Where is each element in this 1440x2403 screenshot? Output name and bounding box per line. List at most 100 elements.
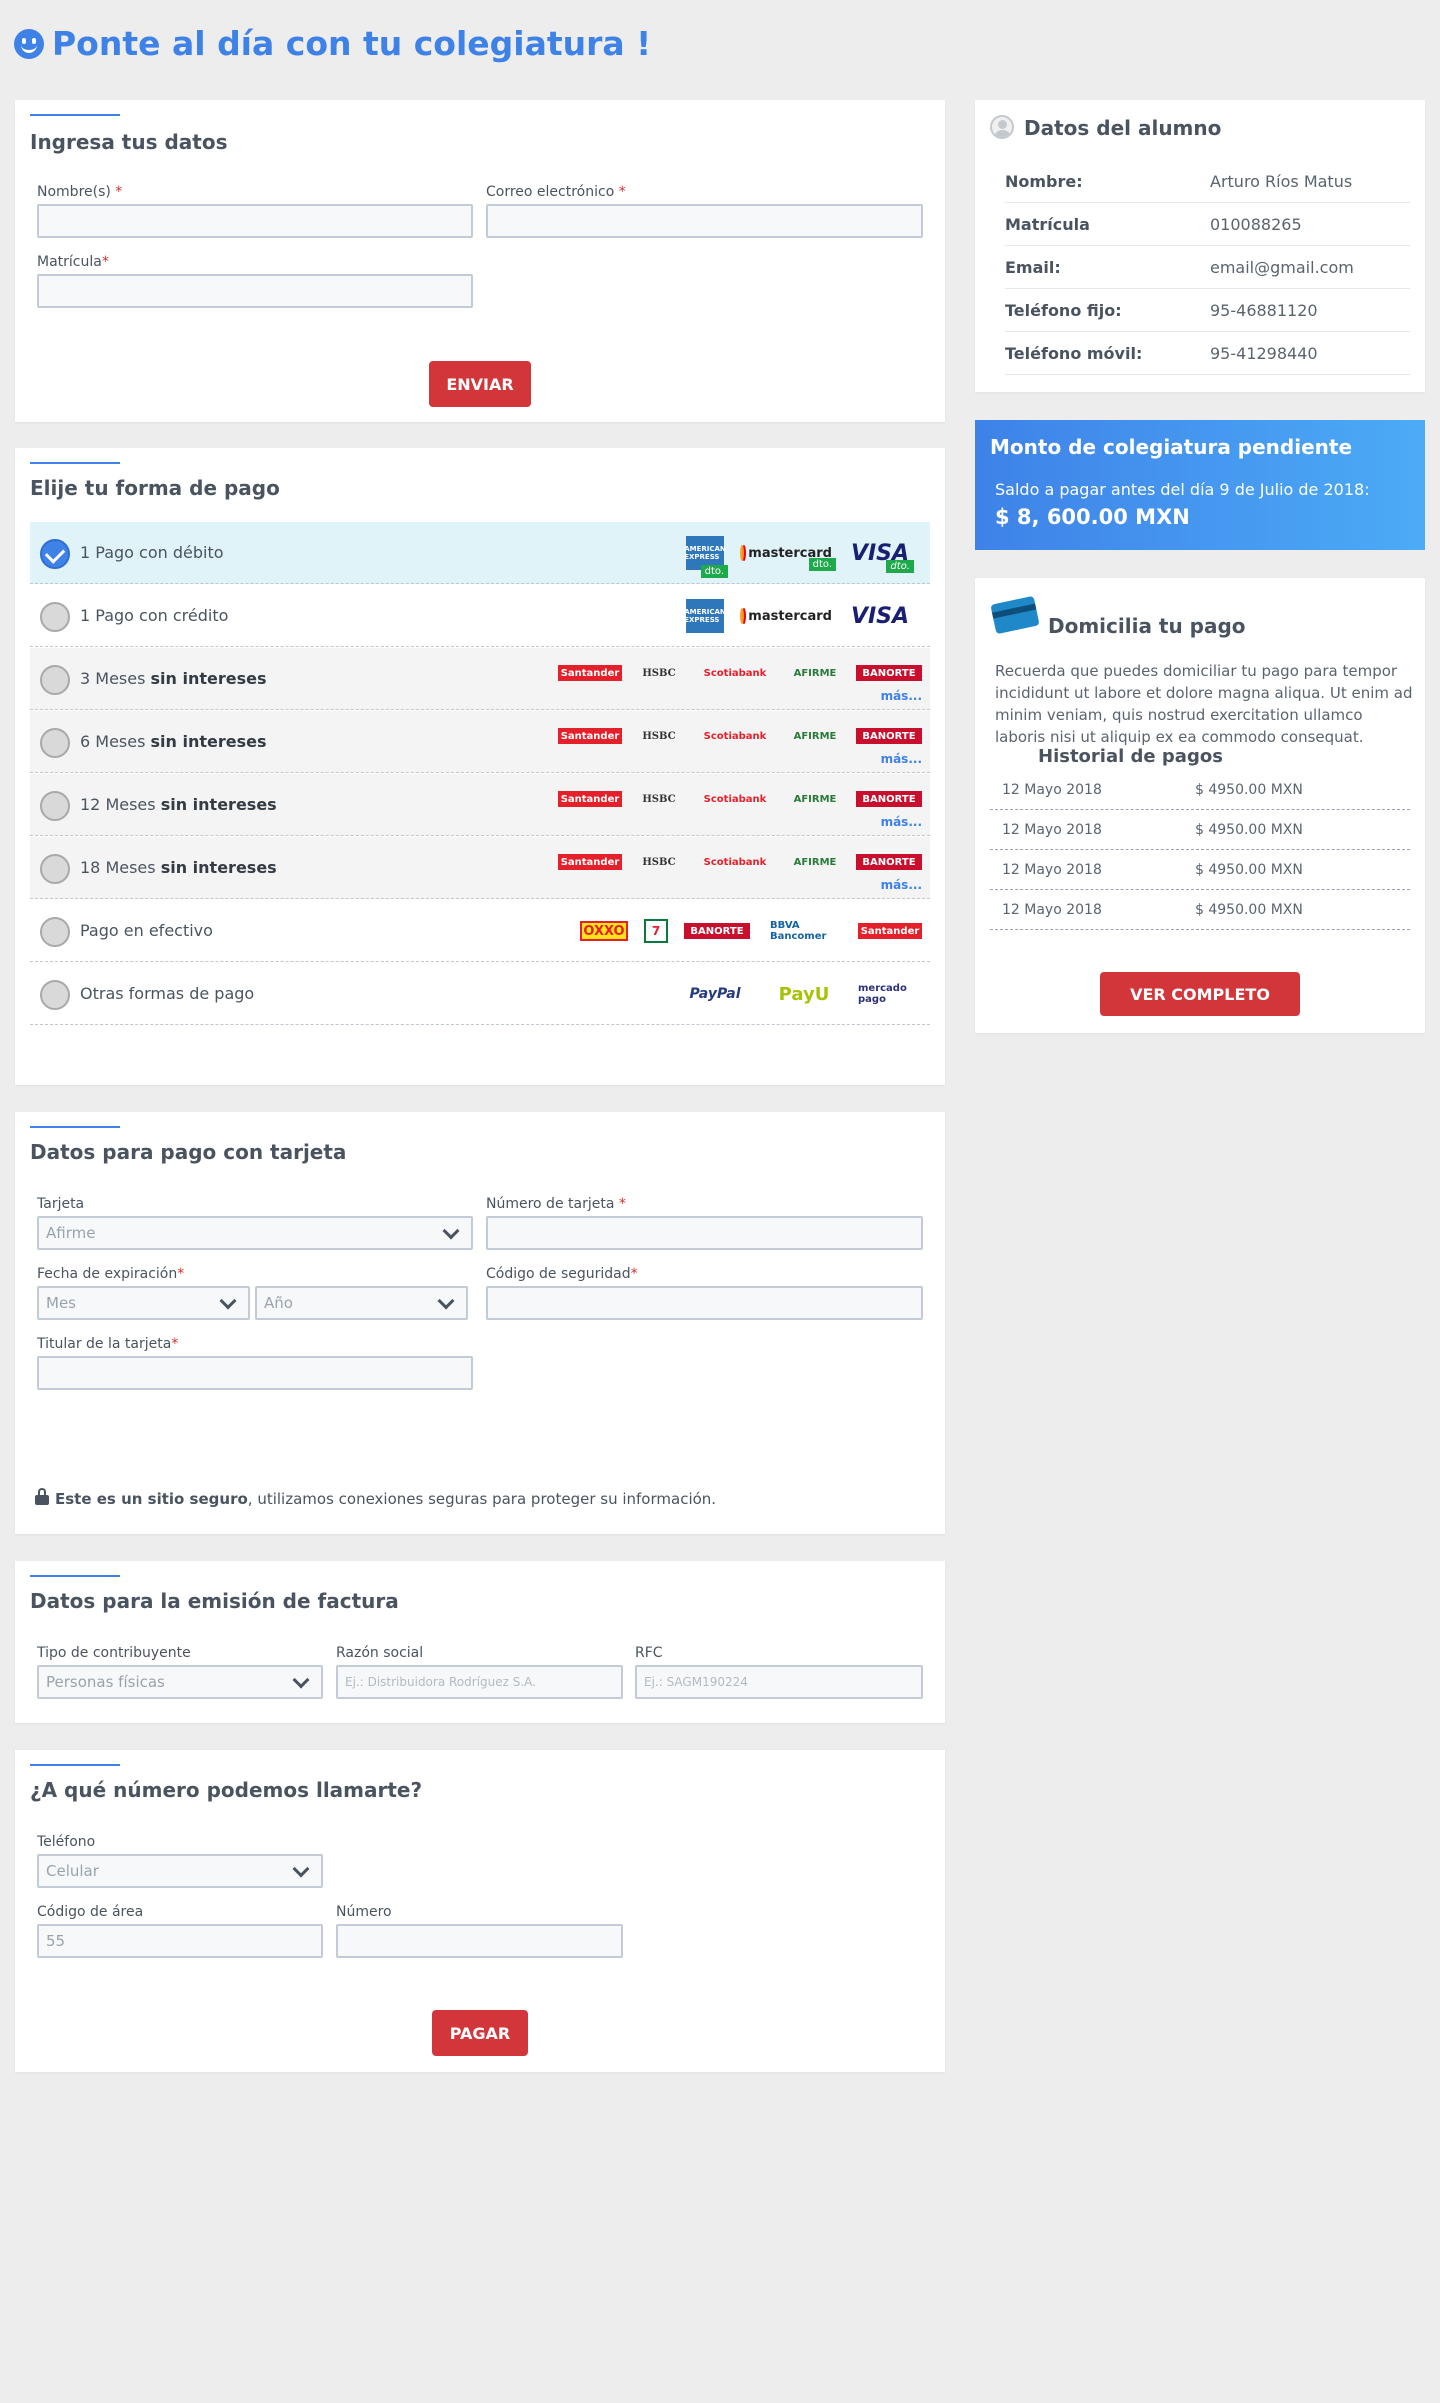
info-row: Matrícula 010088265 (1005, 203, 1410, 246)
area-label: Código de área (37, 1904, 144, 1920)
tipo-select[interactable]: Personas físicas (37, 1665, 323, 1699)
visa-logo: VISA (850, 603, 910, 629)
anio-select[interactable]: Año (255, 1286, 468, 1320)
numero-tarjeta-input[interactable] (486, 1216, 923, 1250)
pago-6-meses-option[interactable]: 6 Meses sin intereses Santander HSBC Sco… (30, 711, 930, 773)
mastercard-logo: mastercard (740, 606, 832, 626)
numero-tarjeta-label: Número de tarjeta * (486, 1196, 626, 1212)
banorte-logo: BANORTE (856, 665, 922, 681)
monto-title: Monto de colegiatura pendiente (990, 435, 1353, 459)
historial-row: 12 Mayo 2018 $ 4950.00 MXN (990, 890, 1410, 930)
payu-logo: PayU (778, 983, 830, 1005)
pagar-button[interactable]: PAGAR (432, 2010, 528, 2056)
section-accent (30, 1575, 120, 1577)
amex-logo: AMERICAN EXPRESS (684, 599, 726, 633)
telefono-select[interactable]: Celular (37, 1854, 323, 1888)
ingresa-datos-card: Ingresa tus datos Nombre(s) * Correo ele… (15, 100, 945, 422)
mas-link[interactable]: más... (881, 689, 922, 703)
radio[interactable] (40, 791, 70, 821)
mes-select[interactable]: Mes (37, 1286, 250, 1320)
lock-icon (35, 1488, 49, 1505)
pago-18-meses-option[interactable]: 18 Meses sin intereses Santander HSBC Sc… (30, 837, 930, 899)
hsbc-logo: HSBC (642, 793, 676, 805)
radio[interactable] (40, 665, 70, 695)
mas-link[interactable]: más... (881, 878, 922, 892)
mas-link[interactable]: más... (881, 815, 922, 829)
codigo-input[interactable] (486, 1286, 923, 1320)
hsbc-logo: HSBC (642, 667, 676, 679)
section-title: Datos para pago con tarjeta (30, 1140, 347, 1164)
afirme-logo: AFIRME (793, 730, 837, 742)
banorte-logo: BANORTE (856, 728, 922, 744)
pago-12-meses-option[interactable]: 12 Meses sin intereses Santander HSBC Sc… (30, 774, 930, 836)
radio[interactable] (40, 728, 70, 758)
secure-note: Este es un sitio seguro, utilizamos cone… (35, 1488, 716, 1508)
section-accent (30, 462, 120, 464)
page-title-text: Ponte al día con tu colegiatura ! (52, 24, 652, 63)
rfc-label: RFC (635, 1645, 663, 1661)
tipo-label: Tipo de contribuyente (37, 1645, 191, 1661)
smile-icon (14, 28, 44, 59)
monto-card: Monto de colegiatura pendiente Saldo a p… (975, 420, 1425, 550)
codigo-label: Código de seguridad* (486, 1266, 638, 1282)
nombre-input[interactable] (37, 204, 473, 238)
info-row: Teléfono móvil: 95-41298440 (1005, 332, 1410, 375)
santander-logo: Santander (858, 923, 922, 939)
santander-logo: Santander (558, 665, 622, 681)
enviar-button[interactable]: ENVIAR (429, 361, 531, 407)
afirme-logo: AFIRME (793, 667, 837, 679)
titular-input[interactable] (37, 1356, 473, 1390)
pago-credito-option[interactable]: 1 Pago con crédito AMERICAN EXPRESS mast… (30, 585, 930, 647)
section-title: Elije tu forma de pago (30, 476, 280, 500)
pago-3-meses-option[interactable]: 3 Meses sin intereses Santander HSBC Sco… (30, 648, 930, 710)
historial-row: 12 Mayo 2018 $ 4950.00 MXN (990, 810, 1410, 850)
hsbc-logo: HSBC (642, 856, 676, 868)
amex-logo: AMERICAN EXPRESS dto. (684, 536, 728, 578)
correo-label: Correo electrónico * (486, 184, 626, 200)
pay-label: 1 Pago con crédito (80, 606, 229, 625)
radio[interactable] (40, 602, 70, 632)
tarjeta-card: Datos para pago con tarjeta Tarjeta Afir… (15, 1112, 945, 1534)
mas-link[interactable]: más... (881, 752, 922, 766)
hsbc-logo: HSBC (642, 730, 676, 742)
domicilia-text: Recuerda que puedes domiciliar tu pago p… (995, 662, 1413, 746)
pago-otras-option[interactable]: Otras formas de pago PayPal PayU mercado… (30, 963, 930, 1025)
afirme-logo: AFIRME (793, 793, 837, 805)
razon-input[interactable]: Ej.: Distribuidora Rodríguez S.A. (336, 1665, 623, 1699)
correo-input[interactable] (486, 204, 923, 238)
section-title: Datos para la emisión de factura (30, 1589, 399, 1613)
pago-debito-option[interactable]: 1 Pago con débito AMERICAN EXPRESS dto. m… (30, 522, 930, 584)
tarjeta-select[interactable]: Afirme (37, 1216, 473, 1250)
pago-efectivo-option[interactable]: Pago en efectivo OXXO 7 BANORTE BBVA Ban… (30, 900, 930, 962)
domicilia-card: Domicilia tu pago Recuerda que puedes do… (975, 578, 1425, 1033)
section-accent (30, 1126, 120, 1128)
radio[interactable] (40, 917, 70, 947)
bbva-logo: BBVA Bancomer (770, 920, 827, 942)
area-input[interactable]: 55 (37, 1924, 323, 1958)
radio[interactable] (40, 980, 70, 1010)
numero-input[interactable] (336, 1924, 623, 1958)
afirme-logo: AFIRME (793, 856, 837, 868)
paypal-logo: PayPal (689, 986, 741, 1002)
nombre-label: Nombre(s) * (37, 184, 123, 200)
rfc-input[interactable]: Ej.: SAGM190224 (635, 1665, 923, 1699)
historial-title: Historial de pagos (1038, 746, 1223, 767)
credit-card-icon (990, 595, 1040, 635)
matricula-input[interactable] (37, 274, 473, 308)
section-accent (30, 114, 120, 116)
numero-label: Número (336, 1904, 392, 1920)
pay-label: 12 Meses sin intereses (80, 795, 277, 814)
ver-completo-button[interactable]: VER COMPLETO (1100, 972, 1300, 1016)
mastercard-logo: mastercard dto. (740, 543, 836, 571)
oxxo-logo: OXXO (580, 921, 628, 941)
alumno-card: Datos del alumno Nombre: Arturo Ríos Matu… (975, 100, 1425, 392)
pay-label: 1 Pago con débito (80, 543, 224, 562)
section-accent (30, 1764, 120, 1766)
info-row: Nombre: Arturo Ríos Matus (1005, 160, 1410, 203)
radio-checked[interactable] (40, 539, 70, 569)
banorte-logo: BANORTE (856, 791, 922, 807)
llamarte-card: ¿A qué número podemos llamarte? Teléfono… (15, 1750, 945, 2072)
monto-amount: $ 8, 600.00 MXN (995, 505, 1190, 529)
radio[interactable] (40, 854, 70, 884)
razon-label: Razón social (336, 1645, 424, 1661)
